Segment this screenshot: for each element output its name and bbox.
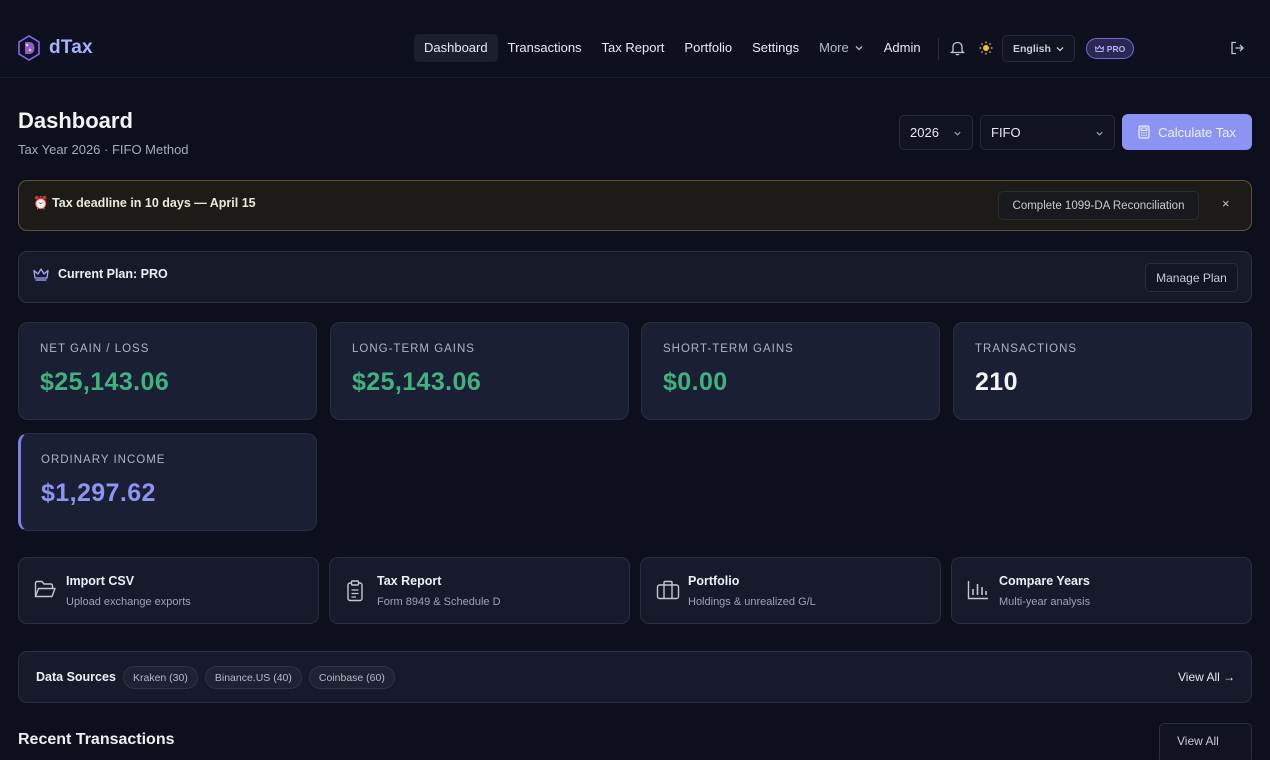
quick-action-subtitle: Holdings & unrealized G/L — [688, 596, 816, 608]
nav-transactions[interactable]: Transactions — [498, 34, 592, 62]
stat-card-ordinary-income: ORDINARY INCOME $1,297.62 — [18, 433, 317, 531]
data-sources-view-all-link[interactable]: View All → — [1178, 670, 1235, 684]
data-sources-title: Data Sources — [36, 670, 116, 684]
current-plan-text: Current Plan: PRO — [58, 267, 168, 281]
tax-year-value: 2026 — [910, 125, 939, 140]
quick-action-title: Compare Years — [999, 574, 1090, 588]
nav-portfolio[interactable]: Portfolio — [674, 34, 742, 62]
stat-value: $25,143.06 — [40, 368, 170, 396]
stat-label: ORDINARY INCOME — [41, 454, 166, 466]
quick-action-import-csv[interactable]: Import CSV Upload exchange exports — [18, 557, 319, 624]
nav-divider — [938, 38, 939, 60]
stat-value: $25,143.06 — [352, 368, 482, 396]
pro-badge[interactable]: PRO — [1086, 38, 1134, 59]
nav-dashboard[interactable]: Dashboard — [414, 34, 498, 62]
stat-label: SHORT-TERM GAINS — [663, 343, 794, 355]
chevron-down-icon — [1056, 46, 1064, 51]
folder-open-icon — [34, 580, 56, 598]
data-source-chips: Kraken (30) Binance.US (40) Coinbase (60… — [123, 666, 395, 689]
nav-more-dropdown[interactable]: More — [809, 34, 874, 62]
data-source-chip-kraken[interactable]: Kraken (30) — [123, 666, 198, 689]
current-plan-banner: Current Plan: PRO Manage Plan — [18, 251, 1252, 303]
stat-value: 210 — [975, 368, 1018, 396]
page-subtitle: Tax Year 2026 · FIFO Method — [18, 142, 189, 157]
method-select[interactable]: FIFO — [980, 115, 1115, 150]
nav-tax-report[interactable]: Tax Report — [592, 34, 675, 62]
manage-plan-button[interactable]: Manage Plan — [1145, 263, 1238, 292]
language-select[interactable]: English — [1002, 35, 1075, 62]
top-navbar: dTax Dashboard Transactions Tax Report P… — [0, 0, 1270, 78]
stat-card-transactions: TRANSACTIONS 210 — [953, 322, 1252, 420]
chevron-down-icon — [1096, 131, 1103, 136]
calculator-icon — [1138, 125, 1150, 139]
quick-action-subtitle: Multi-year analysis — [999, 596, 1091, 608]
bell-icon[interactable] — [950, 40, 965, 56]
alert-message: ⏰ Tax deadline in 10 days — April 15 — [33, 196, 256, 211]
clipboard-icon — [347, 580, 363, 602]
bar-chart-icon — [967, 581, 988, 600]
stat-card-net-gain: NET GAIN / LOSS $25,143.06 — [18, 322, 317, 420]
data-sources-panel: Data Sources Kraken (30) Binance.US (40)… — [18, 651, 1252, 703]
deadline-alert: ⏰ Tax deadline in 10 days — April 15 Com… — [18, 180, 1252, 231]
recent-transactions-title: Recent Transactions — [18, 731, 175, 748]
stat-label: TRANSACTIONS — [975, 343, 1078, 355]
stat-label: LONG-TERM GAINS — [352, 343, 475, 355]
quick-action-subtitle: Form 8949 & Schedule D — [377, 596, 501, 608]
crown-icon — [1094, 44, 1104, 52]
nav-more-label: More — [819, 40, 849, 55]
language-label: English — [1013, 42, 1051, 55]
alarm-clock-icon: ⏰ — [33, 196, 49, 210]
nav-settings[interactable]: Settings — [742, 34, 809, 62]
sun-icon[interactable] — [979, 41, 993, 55]
method-value: FIFO — [991, 125, 1021, 140]
stat-label: NET GAIN / LOSS — [40, 343, 150, 355]
data-source-chip-binance-us[interactable]: Binance.US (40) — [204, 666, 302, 689]
brand-name: dTax — [49, 37, 93, 58]
calculate-tax-label: Calculate Tax — [1158, 124, 1236, 140]
chevron-down-icon — [954, 131, 961, 136]
crown-icon — [33, 268, 49, 281]
tax-year-select[interactable]: 2026 — [899, 115, 973, 150]
pro-badge-label: PRO — [1106, 43, 1126, 54]
reconciliation-button[interactable]: Complete 1099-DA Reconciliation — [998, 191, 1199, 220]
quick-action-compare-years[interactable]: Compare Years Multi-year analysis — [951, 557, 1252, 624]
stat-value: $1,297.62 — [41, 479, 156, 507]
recent-view-all-button[interactable]: View All — [1159, 723, 1252, 760]
data-source-chip-coinbase[interactable]: Coinbase (60) — [308, 666, 395, 689]
briefcase-icon — [656, 580, 680, 600]
brand-logo[interactable]: dTax — [18, 35, 93, 61]
nav-admin[interactable]: Admin — [874, 34, 931, 62]
stat-card-short-term: SHORT-TERM GAINS $0.00 — [641, 322, 940, 420]
quick-action-title: Portfolio — [688, 574, 740, 588]
quick-action-tax-report[interactable]: Tax Report Form 8949 & Schedule D — [329, 557, 630, 624]
quick-action-title: Import CSV — [66, 574, 135, 588]
logout-icon[interactable] — [1230, 41, 1245, 55]
alert-text: Tax deadline in 10 days — April 15 — [52, 196, 256, 210]
calculate-tax-button[interactable]: Calculate Tax — [1122, 114, 1252, 150]
hexagon-d-logo-icon — [18, 35, 40, 61]
page-title: Dashboard — [18, 108, 133, 133]
quick-action-subtitle: Upload exchange exports — [66, 596, 191, 608]
stat-value: $0.00 — [663, 368, 728, 396]
stat-card-long-term: LONG-TERM GAINS $25,143.06 — [330, 322, 629, 420]
close-icon[interactable]: × — [1222, 196, 1230, 211]
quick-action-portfolio[interactable]: Portfolio Holdings & unrealized G/L — [640, 557, 941, 624]
chevron-down-icon — [855, 46, 863, 51]
quick-action-title: Tax Report — [377, 574, 442, 588]
main-menu: Dashboard Transactions Tax Report Portfo… — [414, 34, 931, 62]
